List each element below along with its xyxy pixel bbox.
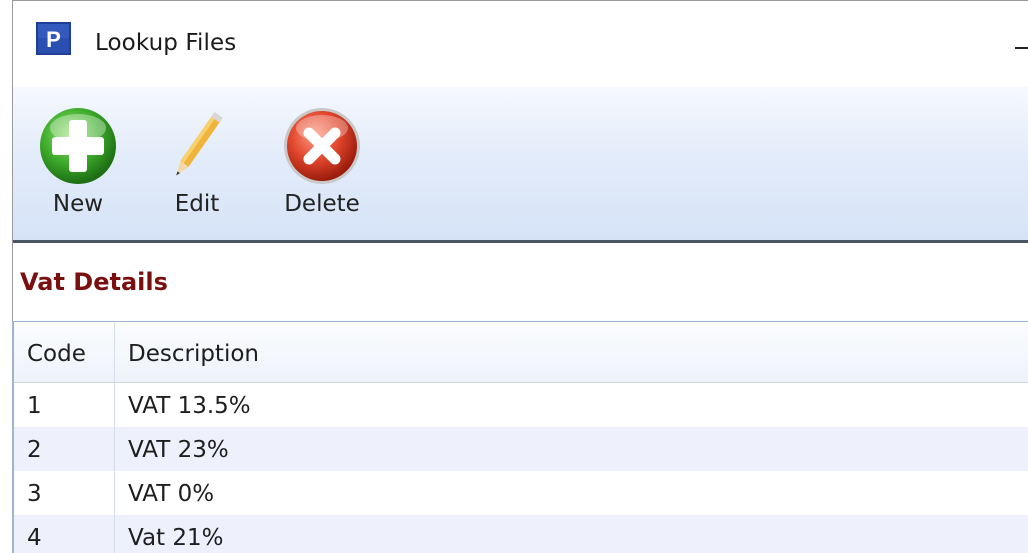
new-button[interactable]: New (38, 87, 118, 240)
plus-circle-icon (38, 102, 118, 190)
app-logo-icon: P (36, 22, 71, 55)
vat-details-grid[interactable]: Code Description 1 VAT 13.5% 2 VAT 23% 3… (12, 321, 1028, 553)
cell-description: VAT 23% (114, 427, 1028, 471)
grid-body: 1 VAT 13.5% 2 VAT 23% 3 VAT 0% 4 Vat 21% (14, 383, 1028, 553)
toolbar: New Edit Delete (13, 87, 1028, 243)
table-row[interactable]: 2 VAT 23% (14, 427, 1028, 471)
x-circle-icon (275, 102, 369, 190)
grid-header: Code Description (14, 322, 1028, 383)
delete-button-label: Delete (284, 191, 360, 217)
column-header-description[interactable]: Description (114, 322, 1028, 382)
cell-description: VAT 0% (114, 471, 1028, 515)
table-row[interactable]: 4 Vat 21% (14, 515, 1028, 553)
cell-description: Vat 21% (114, 515, 1028, 553)
cell-description: VAT 13.5% (114, 383, 1028, 427)
new-button-label: New (52, 191, 104, 217)
pencil-icon (160, 102, 234, 190)
column-header-code[interactable]: Code (14, 322, 114, 382)
window-title: Lookup Files (95, 30, 237, 56)
cell-code: 1 (27, 393, 42, 419)
cell-code: 3 (27, 481, 42, 507)
table-row[interactable]: 3 VAT 0% (14, 471, 1028, 515)
delete-button[interactable]: Delete (275, 87, 369, 240)
table-row[interactable]: 1 VAT 13.5% (14, 383, 1028, 427)
title-bar[interactable]: P Lookup Files (13, 1, 1028, 87)
minimize-button[interactable] (1011, 21, 1028, 67)
edit-button[interactable]: Edit (160, 87, 234, 240)
minimize-icon (1015, 47, 1028, 49)
app-logo-letter: P (46, 27, 61, 52)
lookup-files-window: P Lookup Files New Edit Delete Vat Detai… (0, 0, 1028, 553)
cell-code: 4 (27, 525, 42, 551)
section-title: Vat Details (20, 268, 168, 296)
edit-button-label: Edit (174, 191, 220, 217)
cell-code: 2 (27, 437, 42, 463)
